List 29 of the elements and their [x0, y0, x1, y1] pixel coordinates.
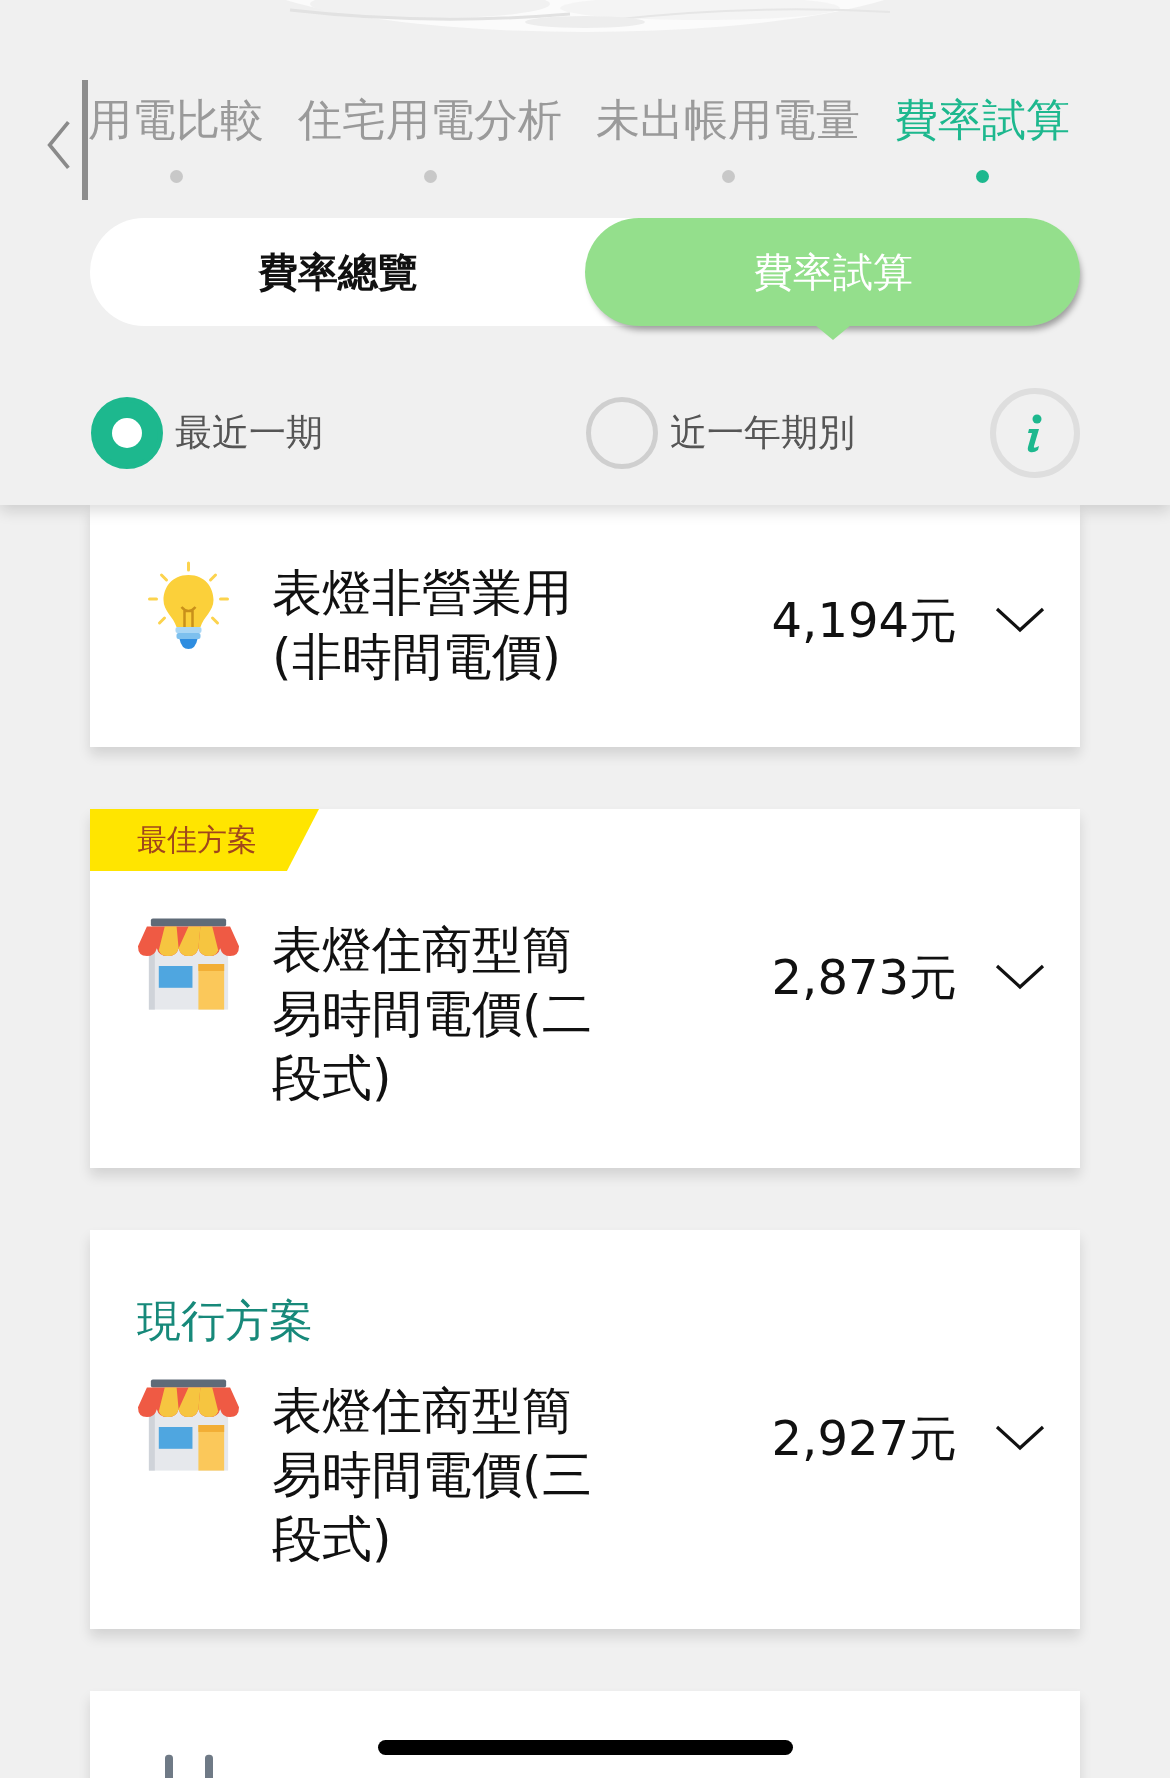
radio-button[interactable]	[586, 397, 658, 469]
plan-amount: 4,194元	[771, 591, 957, 650]
nav-tab[interactable]: 未出帳用電量	[596, 92, 860, 148]
pointer-tip	[814, 325, 851, 340]
indicator-dot	[975, 170, 989, 183]
plan-card[interactable]: 現行方案 表燈住商型簡易時間電價(三段式) 2,927元	[90, 1230, 1080, 1629]
indicator-dot	[721, 170, 735, 183]
plan-amount: 2,873元	[771, 948, 957, 1007]
current-plan-label: 現行方案	[137, 1294, 314, 1348]
back-icon[interactable]	[46, 120, 72, 170]
plan-card[interactable]: 最佳方案 表燈住商型簡易時間電價(二段式) 2,873元	[90, 809, 1080, 1168]
segment-tab[interactable]: 費率總覽	[90, 218, 585, 326]
plan-amount: 2,927元	[771, 1409, 957, 1468]
plan-name: 表燈住商型簡易時間電價(三段式)	[272, 1381, 593, 1570]
plan-card[interactable]: 表燈非營業用(非時間電價) 4,194元	[90, 505, 1080, 747]
plan-name: 表燈非營業用(非時間電價)	[272, 563, 573, 688]
nav-tab[interactable]: 用電比較	[88, 92, 264, 148]
nav-tab[interactable]: 住宅用電分析	[298, 92, 562, 148]
nav-tab[interactable]: 費率試算	[894, 92, 1070, 148]
best-plan-badge: 最佳方案	[90, 809, 319, 871]
radio-label: 近一年期別	[670, 410, 855, 456]
segment-tab[interactable]: 費率試算	[585, 218, 1080, 326]
indicator-dot	[169, 170, 183, 183]
radio-label: 最近一期	[175, 410, 323, 456]
indicator-dot	[423, 170, 437, 183]
chevron-down-icon[interactable]	[995, 1425, 1045, 1451]
plan-name: 表燈住商型簡易時間電價(二段式)	[272, 920, 593, 1109]
chevron-down-icon[interactable]	[995, 964, 1045, 990]
chevron-down-icon[interactable]	[995, 607, 1045, 633]
